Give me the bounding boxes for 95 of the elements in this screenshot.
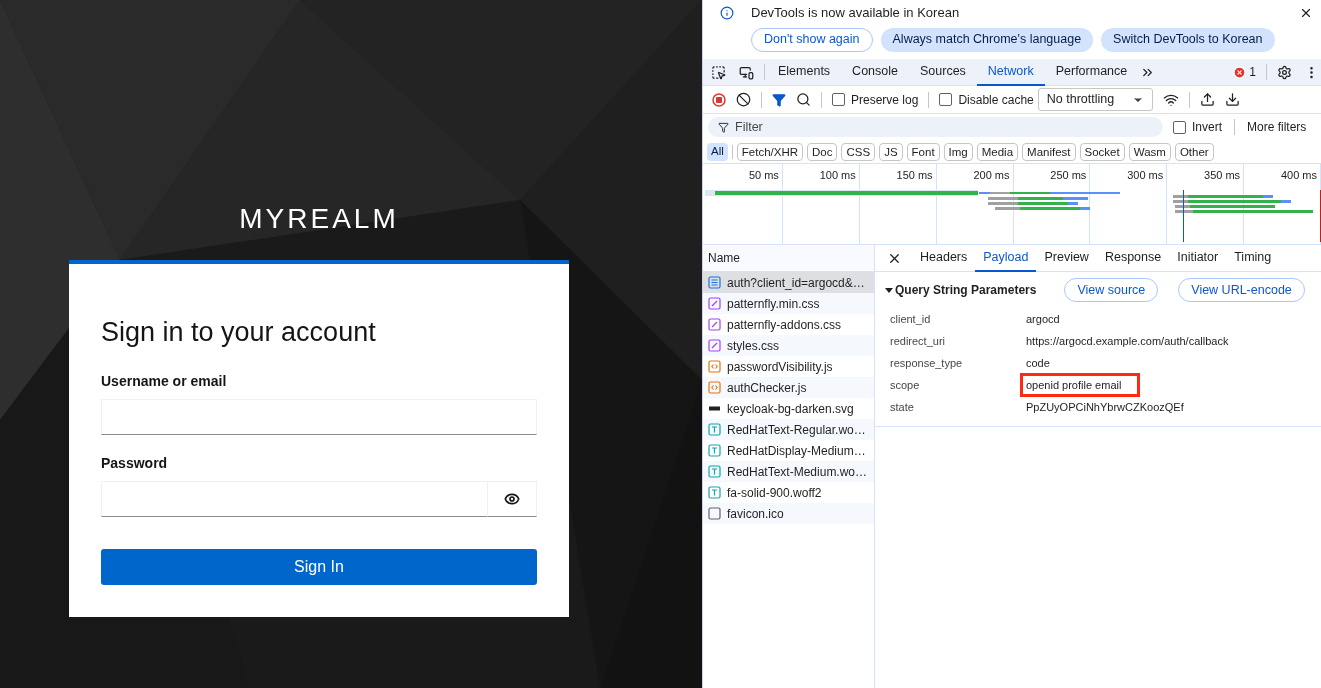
timeline-tick: 250 ms — [1050, 168, 1087, 181]
timeline-tick: 50 ms — [748, 168, 779, 181]
detail-tab[interactable]: Initiator — [1169, 244, 1227, 272]
detail-tab[interactable]: Headers — [912, 244, 976, 272]
param-key: state — [875, 398, 1023, 416]
request-row[interactable]: RedHatText-Regular.wo… — [703, 419, 874, 440]
infobar-button[interactable]: Switch DevTools to Korean — [1101, 27, 1275, 52]
record-icon[interactable] — [712, 92, 726, 107]
filter-icon[interactable] — [772, 92, 786, 107]
document-icon — [708, 276, 721, 289]
type-filter-chip[interactable]: Wasm — [1128, 142, 1171, 161]
name-column-header[interactable]: Name — [703, 245, 874, 272]
filter-field[interactable]: Filter — [708, 117, 1163, 137]
param-value: argocd — [1025, 311, 1061, 327]
stylesheet-icon — [708, 339, 721, 352]
type-filter-chip[interactable]: CSS — [841, 142, 876, 161]
info-icon — [720, 5, 734, 20]
timeline-tick: 100 ms — [819, 168, 856, 181]
type-filter-chip[interactable]: Font — [906, 142, 940, 161]
script-icon — [708, 381, 721, 394]
type-filter-chip[interactable]: Doc — [807, 142, 838, 161]
infobar-message: DevTools is now available in Korean — [751, 4, 960, 22]
type-filter-chip[interactable]: Media — [976, 142, 1019, 161]
throttling-select[interactable]: No throttling — [1037, 88, 1153, 111]
detail-tab[interactable]: Timing — [1226, 244, 1280, 272]
realm-title: MYREALM — [239, 202, 399, 236]
script-icon — [708, 360, 721, 373]
show-password-button[interactable] — [488, 480, 537, 517]
upload-icon[interactable] — [1199, 92, 1215, 107]
request-row[interactable]: patternfly.min.css — [703, 293, 874, 314]
font-icon — [708, 444, 721, 457]
inspect-icon[interactable] — [711, 64, 726, 80]
timeline-tick: 350 ms — [1204, 168, 1241, 181]
download-icon[interactable] — [1224, 92, 1240, 107]
checkbox-label: Preserve log — [851, 91, 919, 109]
timeline-tick: 200 ms — [973, 168, 1010, 181]
checkbox[interactable] — [832, 93, 845, 106]
settings-icon[interactable] — [1277, 64, 1292, 80]
search-icon[interactable] — [796, 92, 811, 107]
type-filter-chip[interactable]: JS — [879, 142, 903, 161]
type-filter-chip[interactable]: Img — [943, 142, 973, 161]
file-icon — [708, 507, 721, 520]
panel-tab[interactable]: Sources — [909, 58, 977, 86]
panel-tab[interactable]: Network — [976, 58, 1045, 86]
timeline-tick: 400 ms — [1280, 168, 1317, 181]
checkbox[interactable] — [939, 93, 953, 106]
font-icon — [708, 486, 721, 499]
param-key: redirect_uri — [875, 332, 1023, 350]
type-filter-chip[interactable]: Socket — [1079, 142, 1125, 161]
request-row[interactable]: authChecker.js — [703, 377, 874, 398]
request-row[interactable]: favicon.ico — [703, 503, 874, 524]
stylesheet-icon — [708, 297, 721, 310]
param-value: https://argocd.example.com/auth/callback — [1025, 333, 1230, 349]
detail-tab[interactable]: Payload — [975, 244, 1037, 272]
request-row[interactable]: styles.css — [703, 335, 874, 356]
param-value: openid profile email — [1020, 372, 1141, 398]
error-count[interactable]: 1 — [1249, 63, 1256, 81]
request-row[interactable]: RedHatText-Medium.wo… — [703, 461, 874, 482]
checkbox-label: Disable cache — [958, 91, 1034, 109]
card-title: Sign in to your account — [101, 316, 377, 349]
error-icon — [1233, 65, 1247, 79]
field-label: Username or email — [101, 371, 228, 391]
timeline-tick: 300 ms — [1127, 168, 1164, 181]
type-filter-chip[interactable]: All — [707, 142, 728, 161]
font-icon — [708, 465, 721, 478]
font-icon — [708, 423, 721, 436]
param-value: PpZUyOPCiNhYbrwCZKoozQEf — [1025, 399, 1185, 415]
param-key: response_type — [875, 354, 1023, 372]
type-filter-chip[interactable]: Manifest — [1022, 142, 1076, 161]
section-title: Query String Parameters — [895, 282, 1037, 299]
password-field[interactable] — [101, 480, 488, 517]
sign-in-button[interactable]: Sign In — [101, 548, 537, 585]
expand-triangle-icon[interactable] — [885, 286, 893, 294]
clear-icon[interactable] — [736, 92, 751, 107]
type-filter-chip[interactable]: Fetch/XHR — [736, 142, 804, 161]
request-row[interactable]: auth?client_id=argocd&… — [703, 272, 874, 293]
param-value: code — [1025, 355, 1051, 371]
timeline-tick: 150 ms — [896, 168, 933, 181]
checkbox[interactable] — [1173, 120, 1186, 134]
device-toolbar-icon[interactable] — [739, 64, 754, 80]
username-field[interactable] — [101, 398, 537, 435]
filter-icon — [718, 121, 729, 133]
param-key: scope — [875, 376, 1023, 394]
checkbox-label: Invert — [1192, 119, 1222, 136]
stylesheet-icon — [708, 318, 721, 331]
panel-tab[interactable]: Console — [841, 58, 909, 86]
detail-tab[interactable]: Preview — [1036, 244, 1097, 272]
param-key: client_id — [875, 310, 1023, 328]
more-filters-dropdown[interactable]: More filters — [1247, 118, 1307, 136]
field-label: Password — [101, 453, 169, 473]
detail-tab[interactable]: Response — [1096, 244, 1170, 272]
infobar-button[interactable]: Always match Chrome's language — [880, 27, 1094, 52]
type-filter-chip[interactable]: Other — [1174, 142, 1214, 161]
panel-tab[interactable]: Performance — [1044, 58, 1139, 86]
panel-tab[interactable]: Elements — [767, 58, 842, 86]
